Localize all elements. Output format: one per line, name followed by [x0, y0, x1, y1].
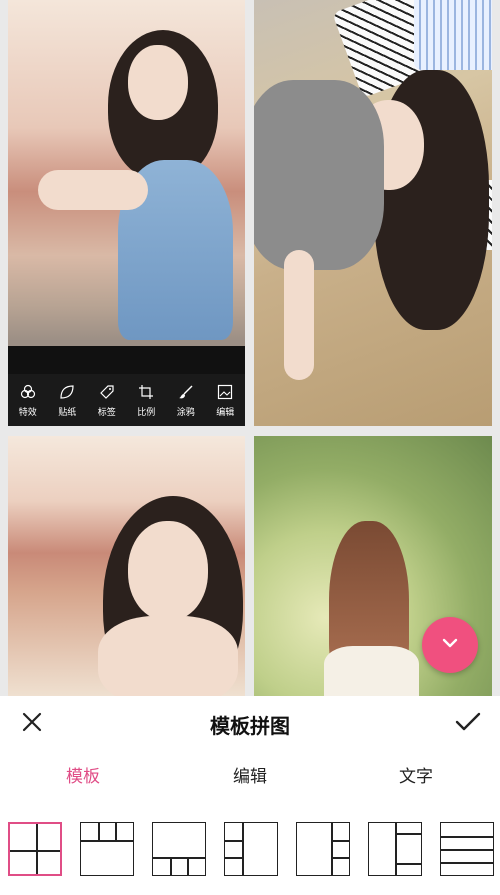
layout-divider — [395, 823, 397, 875]
bottom-panel: 模板拼图 模板 编辑 文字 — [0, 696, 500, 895]
layout-divider — [331, 823, 333, 875]
photo-subject-arm — [284, 250, 314, 380]
tool-effects[interactable]: 特效 — [8, 383, 48, 418]
page-title: 模板拼图 — [210, 716, 290, 738]
layout-divider — [395, 863, 421, 865]
tool-effects-label: 特效 — [18, 406, 37, 417]
brush-icon — [177, 383, 195, 401]
tab-text[interactable]: 文字 — [366, 762, 466, 787]
tool-sticker[interactable]: 贴纸 — [48, 383, 88, 418]
confirm-button[interactable] — [452, 708, 484, 740]
tool-sticker-label: 贴纸 — [58, 406, 77, 417]
layout-divider — [331, 840, 349, 842]
photo-subject-face — [128, 45, 188, 120]
layout-divider — [441, 849, 493, 851]
layout-divider — [187, 857, 189, 875]
photo-subject-shirt — [254, 80, 384, 270]
layout-divider — [242, 823, 244, 875]
photo-subject-dress — [324, 646, 419, 696]
layout-template-3-top-1-bottom[interactable] — [80, 822, 134, 876]
layout-divider — [225, 840, 242, 842]
tool-brush-label: 涂鸦 — [176, 406, 195, 417]
layout-divider — [81, 840, 133, 842]
effects-icon — [19, 383, 37, 401]
layout-divider — [36, 824, 38, 874]
layout-template-1-left-3-right[interactable] — [296, 822, 350, 876]
tool-tag[interactable]: 标签 — [87, 383, 127, 418]
panel-header: 模板拼图 — [0, 696, 500, 752]
photo-pillow-blue — [414, 0, 492, 70]
edit-image-icon — [216, 383, 234, 401]
photo-subject-legs — [38, 170, 148, 210]
close-icon — [21, 711, 43, 738]
layout-divider — [331, 857, 349, 859]
chevron-down-icon — [440, 633, 460, 658]
layout-divider — [153, 857, 205, 859]
photo-edit-strip — [8, 346, 245, 374]
tab-template[interactable]: 模板 — [33, 762, 133, 787]
checkmark-icon — [455, 711, 481, 738]
collage-canvas: 特效 贴纸 标签 比例 涂鸦 编辑 — [0, 0, 500, 696]
layout-divider — [441, 862, 493, 864]
photo-subject-shoulders — [98, 616, 238, 696]
sticker-icon — [58, 383, 76, 401]
layout-divider — [10, 850, 60, 852]
layout-divider — [98, 823, 100, 840]
tool-edit-image[interactable]: 编辑 — [206, 383, 246, 418]
layout-divider — [225, 857, 242, 859]
layout-divider — [441, 836, 493, 838]
layout-template-grid-2x2[interactable] — [8, 822, 62, 876]
collage-cell-1[interactable]: 特效 贴纸 标签 比例 涂鸦 编辑 — [8, 0, 245, 426]
tool-crop-ratio[interactable]: 比例 — [127, 383, 167, 418]
layout-divider — [395, 833, 421, 835]
photo-edit-toolbar: 特效 贴纸 标签 比例 涂鸦 编辑 — [8, 374, 245, 426]
layout-template-1-top-3-bottom[interactable] — [152, 822, 206, 876]
collage-cell-3[interactable] — [8, 436, 245, 696]
tool-edit-image-label: 编辑 — [216, 406, 235, 417]
tab-edit[interactable]: 编辑 — [200, 762, 300, 787]
layout-divider — [115, 823, 117, 840]
tab-bar: 模板 编辑 文字 — [0, 762, 500, 796]
layout-template-list — [0, 822, 500, 880]
crop-ratio-icon — [137, 383, 155, 401]
layout-template-left-column-right-split[interactable] — [368, 822, 422, 876]
collage-cell-2[interactable] — [254, 0, 492, 426]
photo-subject-face — [128, 521, 208, 621]
tool-tag-label: 标签 — [97, 406, 116, 417]
expand-fab-button[interactable] — [422, 617, 478, 673]
layout-divider — [170, 857, 172, 875]
layout-template-4-rows[interactable] — [440, 822, 494, 876]
tool-crop-ratio-label: 比例 — [137, 406, 156, 417]
layout-template-3-left-1-right[interactable] — [224, 822, 278, 876]
tag-icon — [98, 383, 116, 401]
close-button[interactable] — [16, 708, 48, 740]
tool-brush[interactable]: 涂鸦 — [166, 383, 206, 418]
